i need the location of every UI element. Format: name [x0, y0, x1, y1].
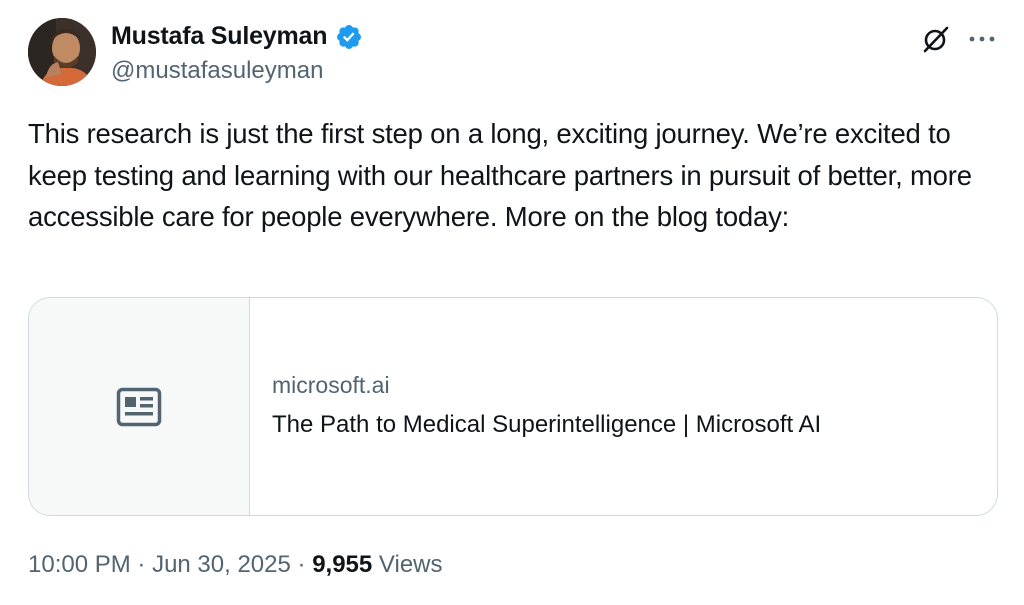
grok-icon[interactable] — [921, 24, 951, 54]
author-handle[interactable]: @mustafasuleyman — [111, 57, 323, 85]
meta-separator: · — [130, 551, 153, 578]
tweet: Mustafa Suleyman @mustafasuleyman This r… — [0, 0, 1024, 605]
tweet-date[interactable]: Jun 30, 2025 — [152, 551, 291, 578]
more-options-icon[interactable] — [966, 24, 998, 54]
tweet-time[interactable]: 10:00 PM — [28, 551, 131, 578]
author-name-row[interactable]: Mustafa Suleyman — [111, 22, 363, 51]
avatar[interactable] — [28, 18, 96, 86]
tweet-meta: 10:00 PM · Jun 30, 2025 · 9,955 Views — [28, 551, 443, 579]
views-count: 9,955 — [312, 551, 373, 578]
card-thumbnail — [29, 298, 250, 515]
news-article-icon — [116, 387, 162, 426]
verified-badge-icon — [337, 24, 362, 49]
author-name[interactable]: Mustafa Suleyman — [111, 22, 328, 51]
card-title: The Path to Medical Superintelligence | … — [272, 411, 822, 438]
link-card[interactable]: microsoft.ai The Path to Medical Superin… — [28, 297, 998, 516]
meta-separator: · — [290, 551, 313, 578]
card-body: microsoft.ai The Path to Medical Superin… — [250, 298, 821, 515]
views-label: Views — [378, 551, 443, 578]
tweet-text: This research is just the first step on … — [28, 118, 972, 232]
card-domain: microsoft.ai — [272, 372, 390, 398]
